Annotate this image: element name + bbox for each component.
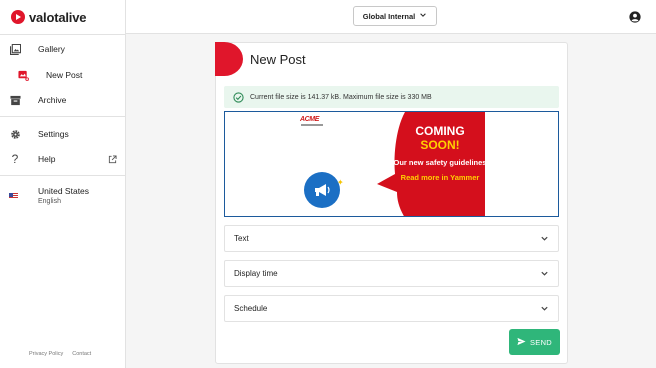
- display-time-section-toggle[interactable]: Display time: [224, 260, 559, 287]
- send-button[interactable]: SEND: [509, 329, 560, 355]
- check-circle-icon: [233, 91, 244, 103]
- promo-text: COMING SOON! Our new safety guidelines R…: [390, 124, 490, 182]
- help-icon: ?: [11, 152, 19, 166]
- workspace-dropdown[interactable]: Global Internal: [353, 6, 437, 26]
- gear-icon: [9, 128, 21, 140]
- account-icon[interactable]: [629, 10, 641, 23]
- sidebar-item-gallery[interactable]: Gallery: [0, 38, 126, 60]
- file-size-notice: Current file size is 141.37 kB. Maximum …: [224, 86, 559, 108]
- send-label: SEND: [529, 337, 553, 347]
- privacy-policy-link[interactable]: Privacy Policy: [29, 351, 63, 357]
- sidebar-item-label: Gallery: [38, 44, 65, 54]
- page-title: New Post: [250, 52, 306, 67]
- locale-selector[interactable]: United States English: [0, 183, 126, 211]
- workspace-label: Global Internal: [362, 11, 416, 21]
- acme-logo: ACME: [300, 116, 320, 123]
- chevron-down-icon: [540, 269, 549, 278]
- sidebar-item-new-post[interactable]: New Post: [0, 64, 126, 86]
- sparkle-icon: ✦: [337, 178, 344, 187]
- new-post-card: New Post Current file size is 141.37 kB.…: [215, 42, 568, 364]
- external-link-icon: [108, 154, 117, 164]
- acme-logo-underline: [301, 124, 323, 126]
- gallery-icon: [9, 43, 21, 55]
- schedule-section-toggle[interactable]: Schedule: [224, 295, 559, 322]
- file-size-text: Current file size is 141.37 kB. Maximum …: [250, 93, 432, 101]
- chevron-down-icon: [540, 304, 549, 313]
- play-logo-icon: [11, 10, 25, 24]
- promo-line-2: SOON!: [420, 138, 460, 152]
- section-label: Display time: [234, 269, 278, 278]
- promo-line-1: COMING: [415, 124, 465, 138]
- archive-icon: [9, 94, 21, 106]
- promo-line-4: Read more in Yammer: [400, 173, 480, 182]
- media-preview[interactable]: ACME ✦ COMING SOON! Our new safety guide…: [224, 111, 559, 217]
- divider: [0, 116, 126, 117]
- section-label: Text: [234, 234, 249, 243]
- locale-language: English: [38, 198, 61, 205]
- us-flag-icon: [9, 193, 18, 199]
- promo-line-3: Our new safety guidelines: [393, 158, 487, 167]
- contact-link[interactable]: Contact: [72, 351, 91, 357]
- section-label: Schedule: [234, 304, 268, 313]
- sidebar: valotalive Gallery New Post Archive Sett…: [0, 0, 126, 368]
- logo-text: valotalive: [29, 9, 87, 25]
- divider: [0, 34, 126, 35]
- footer-links: Privacy Policy Contact: [29, 351, 91, 357]
- send-icon: [517, 337, 526, 348]
- app-logo[interactable]: valotalive: [11, 8, 86, 26]
- brand-accent-shape: [215, 42, 243, 76]
- sidebar-item-label: Archive: [38, 95, 67, 105]
- megaphone-icon: [304, 172, 340, 208]
- sidebar-item-help[interactable]: ? Help: [0, 148, 126, 170]
- divider: [0, 175, 126, 176]
- sidebar-item-label: Settings: [38, 129, 69, 139]
- chevron-down-icon: [419, 11, 427, 21]
- sidebar-item-label: Help: [38, 154, 56, 164]
- locale-country: United States: [38, 186, 90, 196]
- sidebar-item-archive[interactable]: Archive: [0, 89, 126, 111]
- new-post-icon: [17, 69, 29, 81]
- sidebar-item-settings[interactable]: Settings: [0, 123, 126, 145]
- sidebar-item-label: New Post: [46, 70, 83, 80]
- text-section-toggle[interactable]: Text: [224, 225, 559, 252]
- chevron-down-icon: [540, 234, 549, 243]
- top-bar: Global Internal: [126, 0, 656, 34]
